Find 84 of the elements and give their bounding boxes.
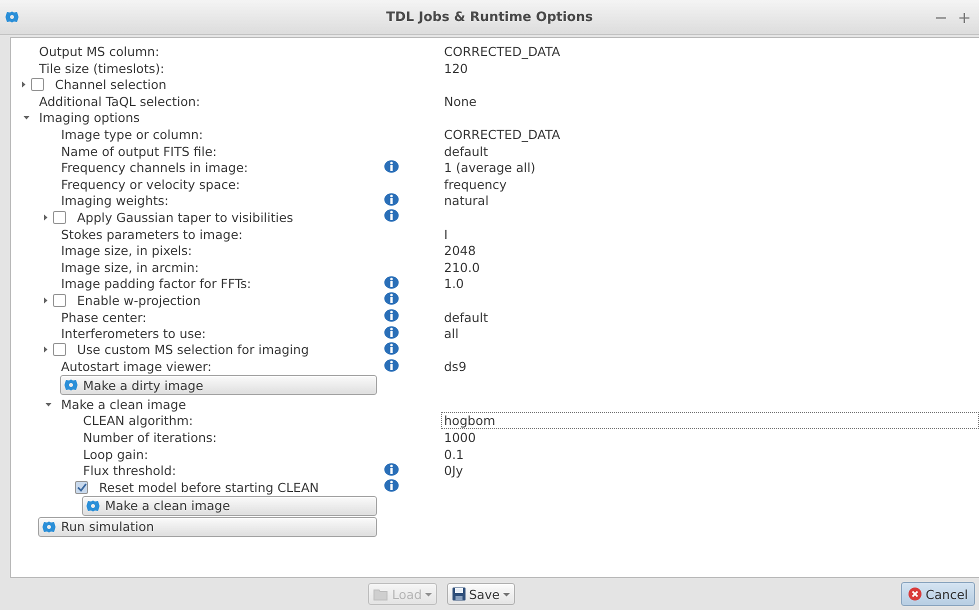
- app-logo-icon: [5, 11, 19, 23]
- collapsed-arrow-icon[interactable]: [42, 296, 49, 304]
- option-label: Reset model before starting CLEAN: [99, 480, 319, 495]
- window-title: TDL Jobs & Runtime Options: [386, 10, 593, 24]
- option-value[interactable]: 120: [441, 60, 979, 77]
- option-value[interactable]: frequency: [441, 176, 979, 193]
- checkbox[interactable]: [53, 343, 66, 356]
- option-value[interactable]: CORRECTED_DATA: [441, 43, 979, 60]
- checkbox[interactable]: [31, 78, 44, 91]
- option-label: Image size, in arcmin:: [61, 260, 199, 275]
- option-value[interactable]: default: [441, 142, 979, 160]
- option-label: Number of iterations:: [83, 430, 217, 446]
- option-value[interactable]: natural: [441, 192, 979, 210]
- option-label: CLEAN algorithm:: [83, 413, 194, 428]
- option-label: Flux threshold:: [83, 463, 176, 478]
- option-label: Imaging weights:: [61, 193, 169, 208]
- option-value[interactable]: 1.0: [441, 275, 979, 292]
- option-value[interactable]: 2048: [441, 242, 979, 260]
- option-label: Interferometers to use:: [61, 326, 206, 342]
- info-icon[interactable]: [384, 309, 399, 322]
- action-button[interactable]: Make a dirty image: [60, 375, 377, 396]
- caret-icon: [425, 592, 432, 596]
- checkbox[interactable]: [53, 294, 66, 307]
- window-control[interactable]: +: [954, 8, 975, 26]
- gear-icon: [86, 500, 100, 512]
- floppy-icon: [452, 587, 466, 601]
- option-label: Tile size (timeslots):: [39, 60, 164, 76]
- info-icon[interactable]: [384, 358, 399, 372]
- option-value[interactable]: 1000: [441, 429, 979, 446]
- collapsed-arrow-icon[interactable]: [42, 214, 49, 221]
- option-label: Output MS column:: [39, 44, 160, 59]
- option-value[interactable]: 0.1: [441, 446, 979, 463]
- window-control[interactable]: −: [930, 8, 952, 26]
- action-button[interactable]: Run simulation: [38, 516, 377, 537]
- option-value[interactable]: default: [441, 308, 979, 326]
- option-label: Autostart image viewer:: [61, 359, 212, 374]
- option-value[interactable]: ds9: [441, 358, 979, 376]
- option-label: Image type or column:: [61, 126, 204, 142]
- option-label: Frequency or velocity space:: [61, 176, 240, 192]
- save-button[interactable]: Save: [447, 583, 515, 605]
- option-value[interactable]: 0Jy: [441, 462, 979, 480]
- checkbox[interactable]: [75, 480, 88, 494]
- expanded-arrow-icon[interactable]: [45, 400, 52, 408]
- option-label: Name of output FITS file:: [61, 144, 217, 159]
- collapsed-arrow-icon[interactable]: [42, 346, 49, 354]
- option-value[interactable]: CORRECTED_DATA: [441, 126, 979, 143]
- option-label: Use custom MS selection for imaging: [77, 342, 309, 358]
- option-value[interactable]: all: [441, 325, 979, 342]
- option-label: Frequency channels in image:: [61, 160, 248, 176]
- option-label: Additional TaQL selection:: [39, 94, 200, 109]
- option-label: Loop gain:: [83, 446, 148, 462]
- option-label: Image size, in pixels:: [61, 243, 192, 258]
- collapsed-arrow-icon[interactable]: [20, 80, 27, 88]
- option-label: Apply Gaussian taper to visibilities: [77, 210, 294, 225]
- caret-icon: [502, 592, 510, 596]
- option-label: Channel selection: [55, 76, 166, 92]
- cancel-button[interactable]: Cancel: [900, 582, 975, 606]
- option-label: Enable w-projection: [77, 292, 201, 308]
- group-label[interactable]: Imaging options: [39, 110, 140, 126]
- option-label: Stokes parameters to image:: [61, 226, 243, 242]
- gear-icon: [64, 379, 78, 392]
- checkbox[interactable]: [53, 210, 66, 224]
- expanded-arrow-icon[interactable]: [23, 114, 30, 122]
- info-icon[interactable]: [384, 160, 399, 173]
- option-value[interactable]: hogbom: [441, 412, 979, 430]
- info-icon[interactable]: [384, 479, 399, 492]
- info-icon[interactable]: [384, 342, 399, 355]
- option-value[interactable]: 210.0: [441, 258, 979, 276]
- info-icon[interactable]: [384, 326, 399, 339]
- option-value[interactable]: I: [441, 226, 979, 243]
- option-label: Image padding factor for FFTs:: [61, 276, 252, 292]
- folder-icon: [373, 588, 389, 600]
- info-icon[interactable]: [384, 292, 399, 306]
- option-value[interactable]: 1 (average all): [441, 159, 979, 176]
- option-label: Phase center:: [61, 310, 147, 324]
- option-value[interactable]: None: [441, 92, 979, 110]
- group-label[interactable]: Make a clean image: [61, 396, 186, 412]
- cancel-icon: [908, 587, 922, 601]
- gear-icon: [42, 520, 56, 533]
- info-icon[interactable]: [384, 276, 399, 289]
- info-icon[interactable]: [384, 192, 399, 206]
- action-button[interactable]: Make a clean image: [82, 496, 377, 516]
- info-icon[interactable]: [384, 209, 399, 222]
- info-icon[interactable]: [384, 462, 399, 476]
